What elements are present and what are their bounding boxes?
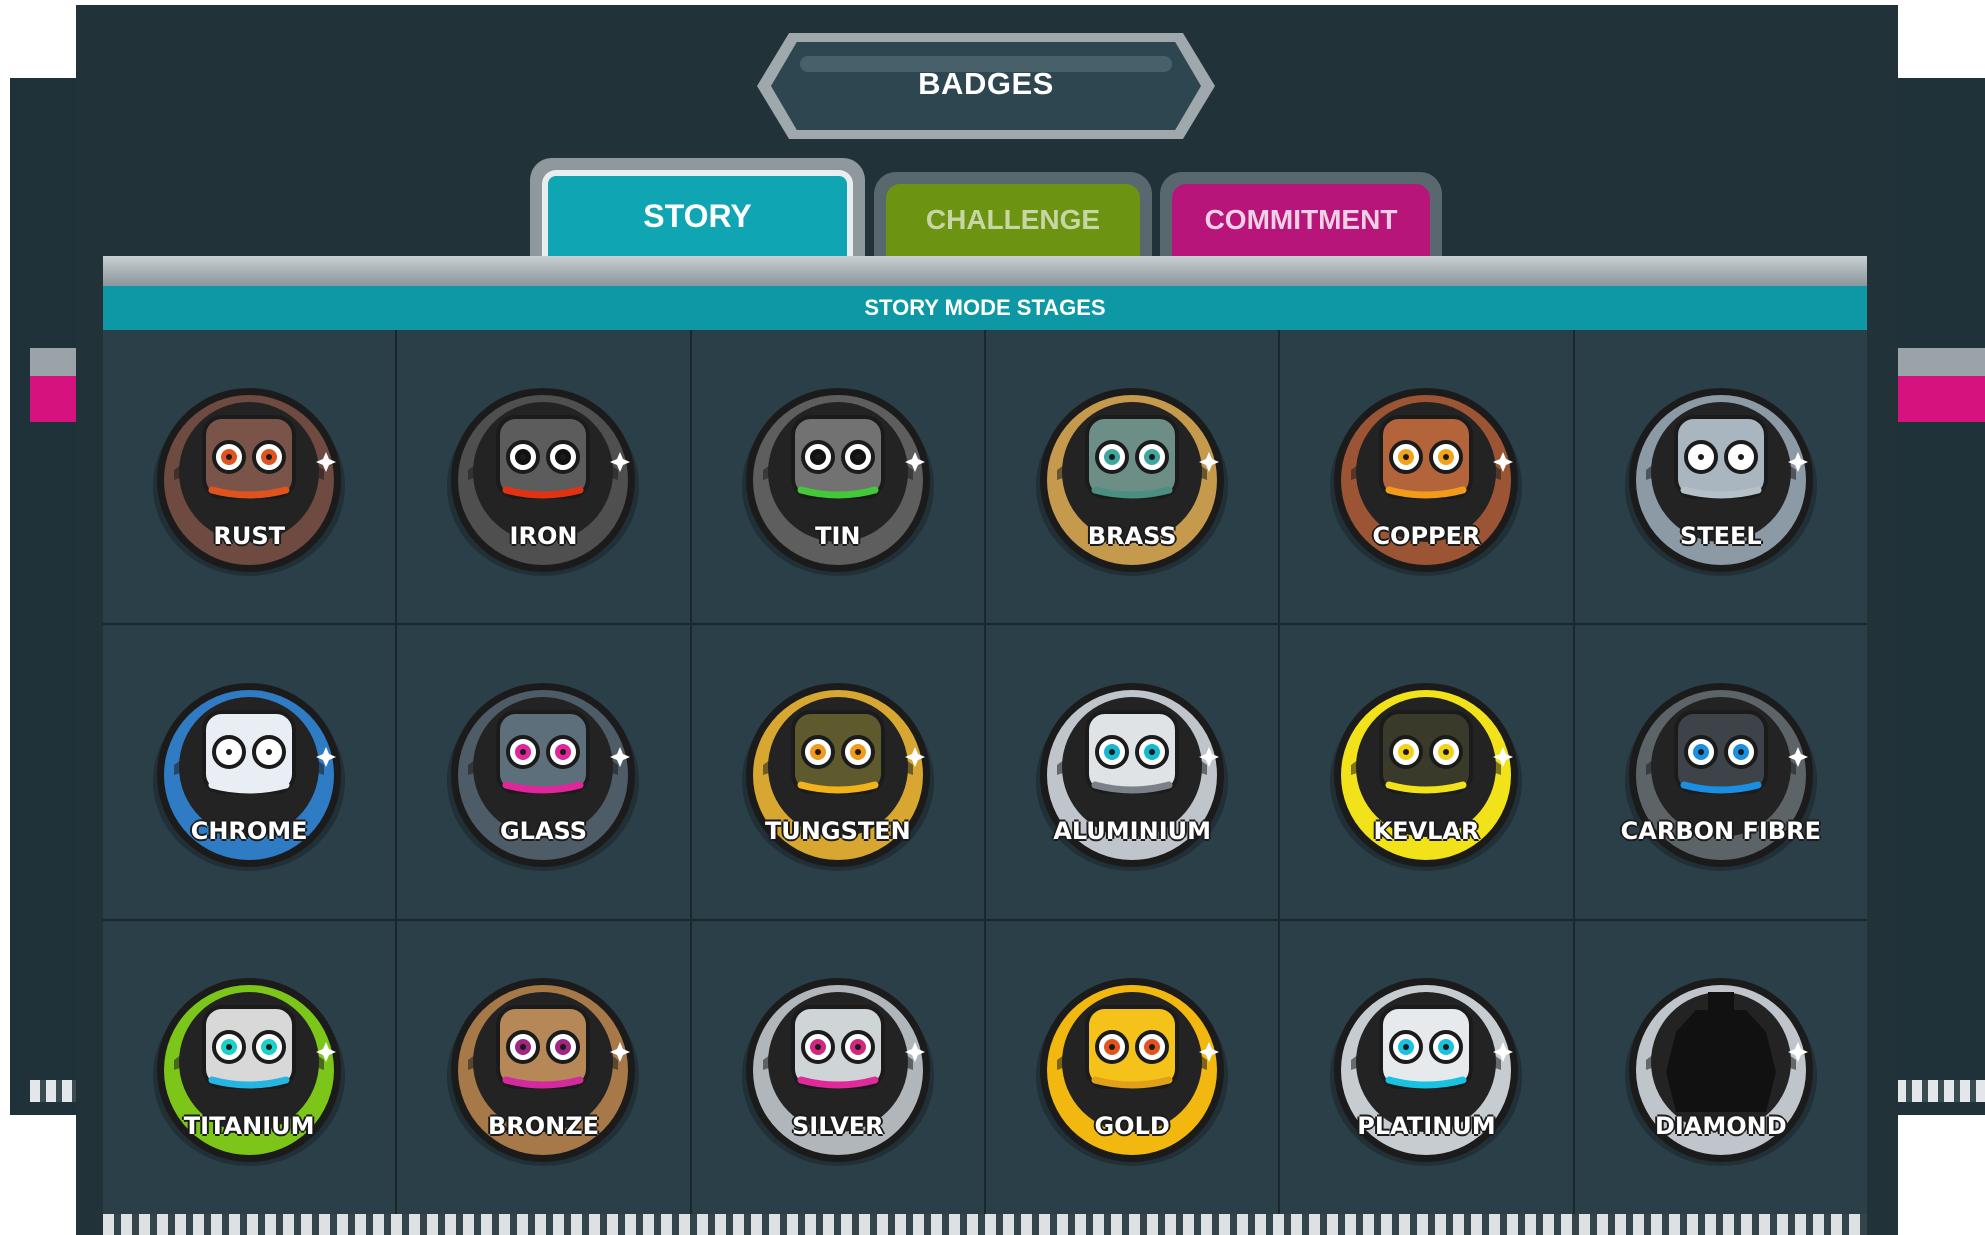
badge-label: BRASS — [1087, 521, 1177, 550]
badge-cell[interactable]: ALUMINIUM — [986, 625, 1279, 919]
badge-label: ALUMINIUM — [1053, 816, 1211, 845]
badge-label: GOLD — [1094, 1112, 1170, 1141]
badge-cell[interactable]: GOLD — [986, 920, 1279, 1214]
badge-emblem — [447, 682, 640, 871]
badge-cell[interactable]: CARBON FIBRE — [1574, 625, 1867, 919]
badge-iron: IRON — [438, 372, 648, 582]
tab-story[interactable]: STORY — [530, 158, 865, 256]
badge-label: CARBON FIBRE — [1620, 816, 1821, 845]
badge-label: RUST — [213, 521, 285, 550]
badge-emblem — [447, 978, 640, 1167]
badge-emblem — [1624, 387, 1817, 576]
tab-commitment-label: COMMITMENT — [1172, 184, 1430, 256]
badge-cell[interactable]: TIN — [691, 330, 984, 624]
badge-emblem — [1036, 682, 1229, 871]
badge-silver: SILVER — [733, 962, 943, 1172]
badge-cell[interactable]: RUST — [103, 330, 396, 624]
badge-tungsten: TUNGSTEN — [733, 667, 943, 877]
badge-emblem — [1624, 978, 1817, 1167]
badge-emblem — [153, 978, 346, 1167]
tab-challenge[interactable]: CHALLENGE — [874, 172, 1152, 256]
badge-emblem — [741, 978, 934, 1167]
badge-label: TIN — [815, 521, 861, 550]
badge-emblem — [1036, 978, 1229, 1167]
badge-emblem — [1330, 978, 1523, 1167]
badge-label: BRONZE — [487, 1112, 600, 1141]
badge-cell[interactable]: BRONZE — [397, 920, 690, 1214]
badge-gold: GOLD — [1027, 962, 1237, 1172]
badge-aluminium: ALUMINIUM — [1027, 667, 1237, 877]
badge-emblem — [153, 387, 346, 576]
section-header: STORY MODE STAGES — [103, 286, 1867, 330]
badge-glass: GLASS — [438, 667, 648, 877]
tab-challenge-label: CHALLENGE — [886, 184, 1140, 256]
badge-brass: BRASS — [1027, 372, 1237, 582]
badge-label: GLASS — [499, 816, 588, 845]
badge-steel: STEEL — [1616, 372, 1826, 582]
badge-cell[interactable]: TUNGSTEN — [691, 625, 984, 919]
badge-rust: RUST — [144, 372, 354, 582]
badge-cell[interactable]: PLATINUM — [1280, 920, 1573, 1214]
badge-cell[interactable]: GLASS — [397, 625, 690, 919]
badge-emblem — [1624, 682, 1817, 871]
badge-grid: RUST IRON TIN BRASS COPPER STEEL CHROME … — [103, 330, 1867, 1214]
badge-cell[interactable]: STEEL — [1574, 330, 1867, 624]
badge-emblem — [741, 682, 934, 871]
badge-cell[interactable]: CHROME — [103, 625, 396, 919]
badge-carbon-fibre: CARBON FIBRE — [1616, 667, 1826, 877]
badge-kevlar: KEVLAR — [1321, 667, 1531, 877]
badge-cell[interactable]: IRON — [397, 330, 690, 624]
badge-label: DIAMOND — [1654, 1112, 1787, 1141]
badge-label: IRON — [509, 521, 578, 550]
badge-label: TITANIUM — [183, 1112, 315, 1141]
badge-diamond: DIAMOND — [1616, 962, 1826, 1172]
badge-titanium: TITANIUM — [144, 962, 354, 1172]
badge-label: SILVER — [792, 1112, 884, 1141]
badge-label: COPPER — [1372, 521, 1481, 550]
badge-cell[interactable]: DIAMOND — [1574, 920, 1867, 1214]
badge-chrome: CHROME — [144, 667, 354, 877]
locked-robot-silhouette — [1665, 1010, 1776, 1113]
badge-emblem — [1330, 387, 1523, 576]
tab-commitment[interactable]: COMMITMENT — [1160, 172, 1442, 256]
badge-label: STEEL — [1679, 521, 1762, 550]
badge-cell[interactable]: SILVER — [691, 920, 984, 1214]
badge-emblem — [1036, 387, 1229, 576]
badge-copper: COPPER — [1321, 372, 1531, 582]
badge-tin: TIN — [733, 372, 943, 582]
badge-label: KEVLAR — [1373, 816, 1480, 845]
badge-emblem — [447, 387, 640, 576]
header-metal-bar — [103, 256, 1867, 286]
badge-cell[interactable]: TITANIUM — [103, 920, 396, 1214]
badge-cell[interactable]: KEVLAR — [1280, 625, 1573, 919]
badge-label: PLATINUM — [1357, 1112, 1496, 1141]
bottom-dot-strip — [103, 1214, 1867, 1235]
badge-bronze: BRONZE — [438, 962, 648, 1172]
badge-emblem — [153, 682, 346, 871]
tab-story-label: STORY — [542, 170, 853, 256]
page-title: BADGES — [918, 66, 1054, 101]
badge-emblem — [1330, 682, 1523, 871]
badge-cell[interactable]: BRASS — [986, 330, 1279, 624]
badge-label: CHROME — [190, 816, 308, 845]
badge-emblem — [741, 387, 934, 576]
badge-cell[interactable]: COPPER — [1280, 330, 1573, 624]
badge-label: TUNGSTEN — [764, 816, 911, 845]
badge-platinum: PLATINUM — [1321, 962, 1531, 1172]
